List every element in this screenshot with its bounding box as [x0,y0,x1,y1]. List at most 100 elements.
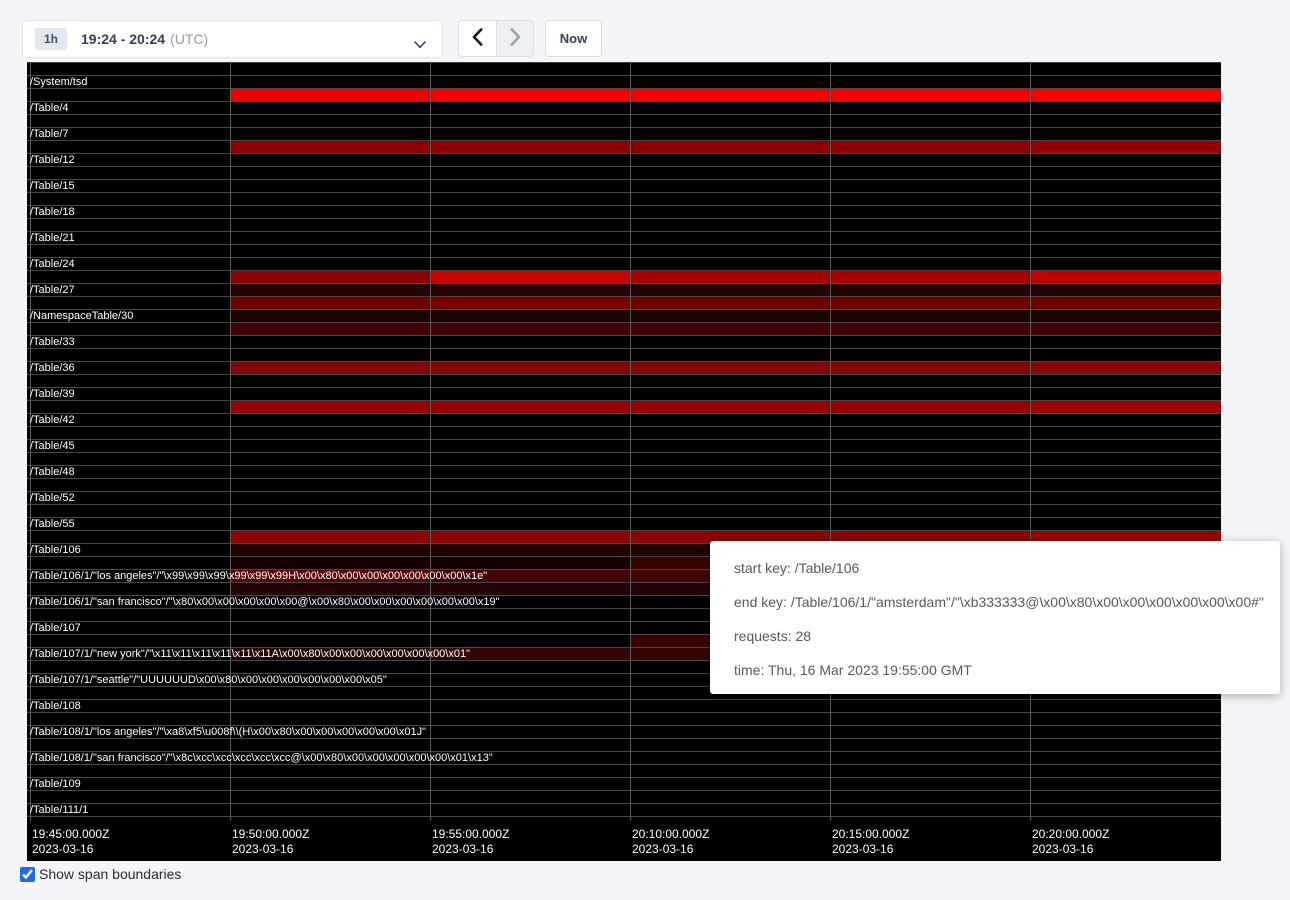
heatmap-row[interactable] [27,310,1221,323]
show-span-boundaries-checkbox[interactable] [20,867,35,882]
heatmap-cell[interactable] [830,89,1030,101]
heatmap-cell[interactable] [1030,323,1221,335]
heatmap-cell[interactable] [430,531,630,543]
heatmap-row[interactable] [27,791,1221,804]
heatmap-row[interactable] [27,336,1221,349]
heatmap-row[interactable] [27,232,1221,245]
heatmap-row[interactable] [27,76,1221,89]
heatmap-cell[interactable] [1030,271,1221,283]
heatmap-row[interactable] [27,245,1221,258]
heatmap-cell[interactable] [1030,362,1221,374]
heatmap-row[interactable] [27,154,1221,167]
heatmap-row[interactable] [27,219,1221,232]
heatmap-cell[interactable] [630,310,830,322]
key-visualizer-heatmap[interactable]: /System/tsd/Table/4/Table/7/Table/12/Tab… [27,62,1221,861]
heatmap-row[interactable] [27,63,1221,76]
heatmap-row[interactable] [27,375,1221,388]
heatmap-row[interactable] [27,765,1221,778]
heatmap-cell[interactable] [1030,401,1221,413]
heatmap-cell[interactable] [630,89,830,101]
heatmap-cell[interactable] [630,362,830,374]
heatmap-cell[interactable] [830,323,1030,335]
heatmap-cell[interactable] [830,401,1030,413]
heatmap-row[interactable] [27,323,1221,336]
heatmap-row[interactable] [27,505,1221,518]
heatmap-cell[interactable] [630,401,830,413]
heatmap-cell[interactable] [1030,310,1221,322]
heatmap-cell[interactable] [230,284,430,296]
heatmap-cell[interactable] [630,297,830,309]
next-time-button[interactable] [496,20,534,57]
heatmap-row[interactable] [27,193,1221,206]
heatmap-row[interactable] [27,206,1221,219]
heatmap-row[interactable] [27,141,1221,154]
heatmap-cell[interactable] [430,557,630,569]
heatmap-cell[interactable] [830,362,1030,374]
heatmap-row[interactable] [27,466,1221,479]
heatmap-row[interactable] [27,167,1221,180]
heatmap-row[interactable] [27,362,1221,375]
heatmap-cell[interactable] [230,362,430,374]
heatmap-cell[interactable] [830,284,1030,296]
heatmap-row[interactable] [27,778,1221,791]
heatmap-row[interactable] [27,401,1221,414]
heatmap-row[interactable] [27,427,1221,440]
now-button[interactable]: Now [545,20,602,57]
heatmap-cell[interactable] [230,310,430,322]
heatmap-row[interactable] [27,453,1221,466]
heatmap-cell[interactable] [1030,284,1221,296]
heatmap-row[interactable] [27,115,1221,128]
heatmap-cell[interactable] [230,323,430,335]
heatmap-cell[interactable] [1030,141,1221,153]
heatmap-row[interactable] [27,297,1221,310]
heatmap-row[interactable] [27,440,1221,453]
heatmap-row[interactable] [27,388,1221,401]
heatmap-cell[interactable] [430,297,630,309]
heatmap-cell[interactable] [430,271,630,283]
heatmap-row[interactable] [27,89,1221,102]
heatmap-cell[interactable] [630,271,830,283]
heatmap-cell[interactable] [830,310,1030,322]
heatmap-cell[interactable] [230,141,430,153]
heatmap-cell[interactable] [430,310,630,322]
heatmap-cell[interactable] [430,401,630,413]
heatmap-row[interactable] [27,804,1221,817]
heatmap-row[interactable] [27,479,1221,492]
heatmap-cell[interactable] [430,284,630,296]
heatmap-cell[interactable] [630,323,830,335]
heatmap-row[interactable] [27,518,1221,531]
heatmap-row[interactable] [27,492,1221,505]
time-range-dropdown[interactable]: 1h 19:24 - 20:24 (UTC) [22,20,443,58]
heatmap-cell[interactable] [830,271,1030,283]
heatmap-cell[interactable] [430,89,630,101]
heatmap-row[interactable] [27,713,1221,726]
heatmap-cell[interactable] [430,544,630,556]
heatmap-row[interactable] [27,414,1221,427]
heatmap-row[interactable] [27,180,1221,193]
heatmap-cell[interactable] [230,401,430,413]
heatmap-row[interactable] [27,739,1221,752]
heatmap-cell[interactable] [230,557,430,569]
heatmap-row[interactable] [27,271,1221,284]
heatmap-row[interactable] [27,128,1221,141]
prev-time-button[interactable] [458,20,496,57]
heatmap-cell[interactable] [430,323,630,335]
heatmap-cell[interactable] [630,284,830,296]
heatmap-cell[interactable] [430,362,630,374]
heatmap-cell[interactable] [1030,297,1221,309]
heatmap-cell[interactable] [230,271,430,283]
heatmap-row[interactable] [27,102,1221,115]
heatmap-cell[interactable] [430,583,630,595]
heatmap-row[interactable] [27,700,1221,713]
heatmap-cell[interactable] [230,531,430,543]
heatmap-cell[interactable] [830,297,1030,309]
heatmap-cell[interactable] [230,544,430,556]
heatmap-row[interactable] [27,284,1221,297]
heatmap-cell[interactable] [830,141,1030,153]
heatmap-cell[interactable] [230,89,430,101]
heatmap-cell[interactable] [230,583,430,595]
heatmap-cell[interactable] [430,141,630,153]
heatmap-cell[interactable] [1030,89,1221,101]
heatmap-row[interactable] [27,349,1221,362]
heatmap-cell[interactable] [230,297,430,309]
